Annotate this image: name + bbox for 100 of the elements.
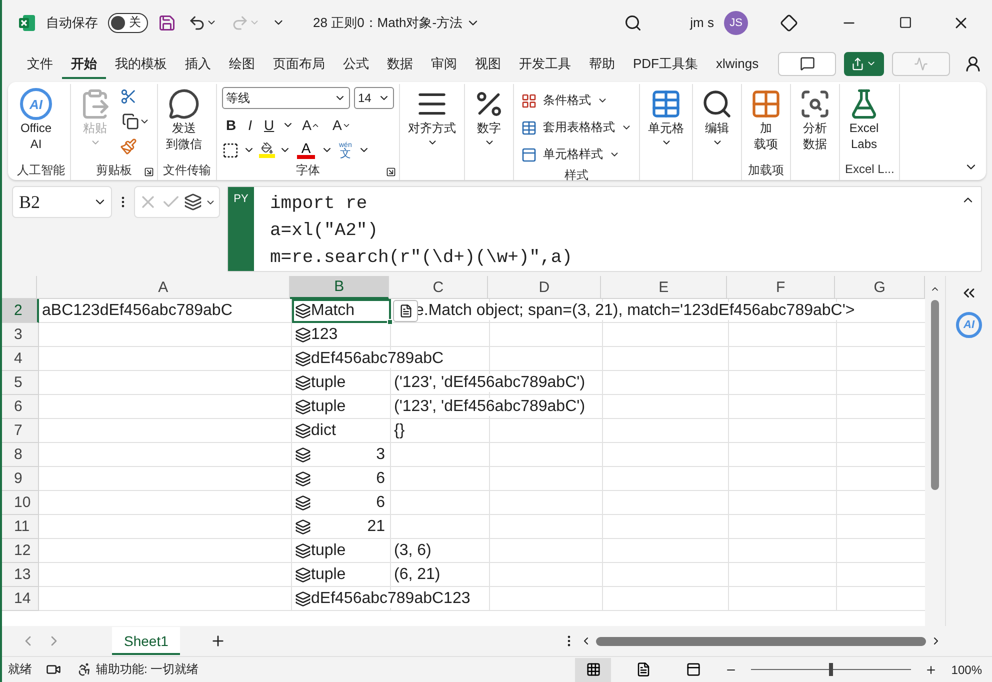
python-object-icon[interactable] xyxy=(295,542,311,558)
font-size-field[interactable]: 14 xyxy=(354,87,394,109)
share-icon[interactable] xyxy=(851,56,864,70)
row-header[interactable]: 2 xyxy=(2,299,39,323)
column-header[interactable]: D xyxy=(488,276,602,299)
zoom-in-icon[interactable] xyxy=(925,664,938,676)
ribbon-button[interactable]: 数字 xyxy=(470,84,508,148)
row-header[interactable]: 14 xyxy=(2,587,39,611)
document-title[interactable]: 28 正则0：Math对象-方法 xyxy=(309,12,484,34)
python-object-icon[interactable] xyxy=(295,470,311,486)
ribbon-tab[interactable]: 页面布局 xyxy=(264,48,334,78)
row-header[interactable]: 12 xyxy=(2,539,39,563)
ribbon-tab[interactable]: 开始 xyxy=(62,48,106,78)
ribbon-button[interactable]: 编辑 xyxy=(698,84,736,148)
bold-button[interactable]: B xyxy=(222,114,240,136)
scissors-icon[interactable] xyxy=(120,88,137,105)
italic-button[interactable]: I xyxy=(244,114,256,136)
diamond-icon[interactable] xyxy=(780,14,798,32)
ribbon-tab[interactable]: 数据 xyxy=(378,48,422,78)
python-object-icon[interactable] xyxy=(295,590,311,606)
row-header[interactable]: 13 xyxy=(2,563,39,587)
ribbon-tab[interactable]: 绘图 xyxy=(220,48,264,78)
row-header[interactable]: 3 xyxy=(2,323,39,347)
style-menu-button[interactable]: 条件格式 xyxy=(541,90,593,111)
font-name-field[interactable]: 等线 xyxy=(222,87,350,109)
accessibility-button[interactable]: 辅助功能: 一切就绪 xyxy=(96,661,199,678)
row-header[interactable]: 7 xyxy=(2,419,39,443)
column-header[interactable]: F xyxy=(727,276,836,299)
accessibility-icon[interactable] xyxy=(77,662,92,677)
document-icon[interactable] xyxy=(398,304,412,318)
python-object-icon[interactable] xyxy=(295,446,311,462)
autosave-toggle[interactable]: 关 xyxy=(108,12,148,32)
zoom-slider-thumb[interactable] xyxy=(829,663,834,676)
ribbon-tab[interactable]: 帮助 xyxy=(580,48,624,78)
column-header[interactable]: B xyxy=(290,276,390,299)
column-header[interactable]: G xyxy=(835,276,926,299)
dialog-launcher-icon[interactable] xyxy=(144,167,154,177)
borders-icon[interactable] xyxy=(222,142,239,158)
ribbon-tab[interactable]: 我的模板 xyxy=(106,48,176,78)
python-object-icon[interactable] xyxy=(295,398,311,414)
ribbon-button[interactable]: Excel Labs xyxy=(845,84,883,152)
column-header[interactable]: E xyxy=(601,276,728,299)
underline-button[interactable]: U xyxy=(260,114,278,136)
row-header[interactable]: 5 xyxy=(2,371,39,395)
view-icon[interactable] xyxy=(636,662,651,677)
python-object-icon[interactable] xyxy=(295,494,311,510)
python-object-icon[interactable] xyxy=(295,518,311,534)
undo-icon[interactable] xyxy=(188,14,206,32)
python-object-icon[interactable] xyxy=(295,302,311,318)
ribbon-tab[interactable]: xlwings xyxy=(707,48,768,78)
decrease-font-button[interactable]: A xyxy=(328,114,355,136)
macro-record-icon[interactable] xyxy=(46,662,61,677)
save-icon[interactable] xyxy=(158,14,176,32)
maximize-icon[interactable] xyxy=(898,16,912,29)
user-avatar[interactable]: JS xyxy=(724,10,748,34)
ribbon-tab[interactable]: 文件 xyxy=(18,48,62,78)
style-menu-button[interactable]: 单元格样式 xyxy=(541,144,605,165)
scrollbar-thumb[interactable] xyxy=(931,300,940,490)
ribbon-tab[interactable]: 审阅 xyxy=(422,48,466,78)
paintbrush-icon[interactable] xyxy=(120,138,137,155)
ribbon-button[interactable]: 单元格 xyxy=(645,84,687,148)
python-object-icon[interactable] xyxy=(295,374,311,390)
python-object-icon[interactable] xyxy=(295,422,311,438)
python-object-icon[interactable] xyxy=(295,326,311,342)
dialog-launcher-icon[interactable] xyxy=(386,167,396,177)
row-header[interactable]: 11 xyxy=(2,515,39,539)
comment-icon[interactable] xyxy=(800,56,814,71)
row-header[interactable]: 4 xyxy=(2,347,39,371)
ribbon-tab[interactable]: 视图 xyxy=(466,48,510,78)
row-header[interactable]: 8 xyxy=(2,443,39,467)
ribbon-button[interactable]: 对齐方式 xyxy=(405,84,459,148)
row-header[interactable]: 9 xyxy=(2,467,39,491)
view-icon[interactable] xyxy=(586,662,601,677)
ribbon-tab[interactable]: 公式 xyxy=(334,48,378,78)
ribbon-tab[interactable]: 开发工具 xyxy=(510,48,580,78)
python-object-icon[interactable] xyxy=(295,350,311,366)
view-button[interactable] xyxy=(575,658,612,682)
layers-icon[interactable] xyxy=(184,193,202,211)
name-box[interactable]: B2 xyxy=(12,186,112,218)
python-object-icon[interactable] xyxy=(295,566,311,582)
copy-icon[interactable] xyxy=(122,113,139,130)
selected-cell[interactable]: Match xyxy=(292,299,391,323)
ribbon-tab[interactable]: 插入 xyxy=(176,48,220,78)
column-header[interactable]: A xyxy=(37,276,290,299)
scrollbar-thumb[interactable] xyxy=(596,636,926,646)
column-header[interactable]: C xyxy=(389,276,488,299)
increase-font-button[interactable]: A xyxy=(298,114,324,136)
ribbon-button[interactable]: 发送 到微信 xyxy=(163,84,205,152)
ribbon-button[interactable]: AI Office AI xyxy=(17,84,55,152)
fill-handle[interactable] xyxy=(387,319,393,325)
row-header[interactable]: 10 xyxy=(2,491,39,515)
comments-button[interactable] xyxy=(778,52,836,76)
share-button[interactable] xyxy=(844,52,884,76)
paste-options-button[interactable] xyxy=(393,300,418,322)
ribbon-tab[interactable]: PDF工具集 xyxy=(624,48,707,78)
style-menu-button[interactable]: 套用表格格式 xyxy=(541,117,617,138)
font-color-button[interactable]: A xyxy=(295,141,317,159)
sheet-tab[interactable]: Sheet1 xyxy=(112,627,180,655)
fill-color-icon[interactable] xyxy=(259,142,275,158)
formula-field[interactable]: PY import re a=xl("A2") m=re.search(r"(\d+)(\w+)",a) xyxy=(227,186,982,272)
